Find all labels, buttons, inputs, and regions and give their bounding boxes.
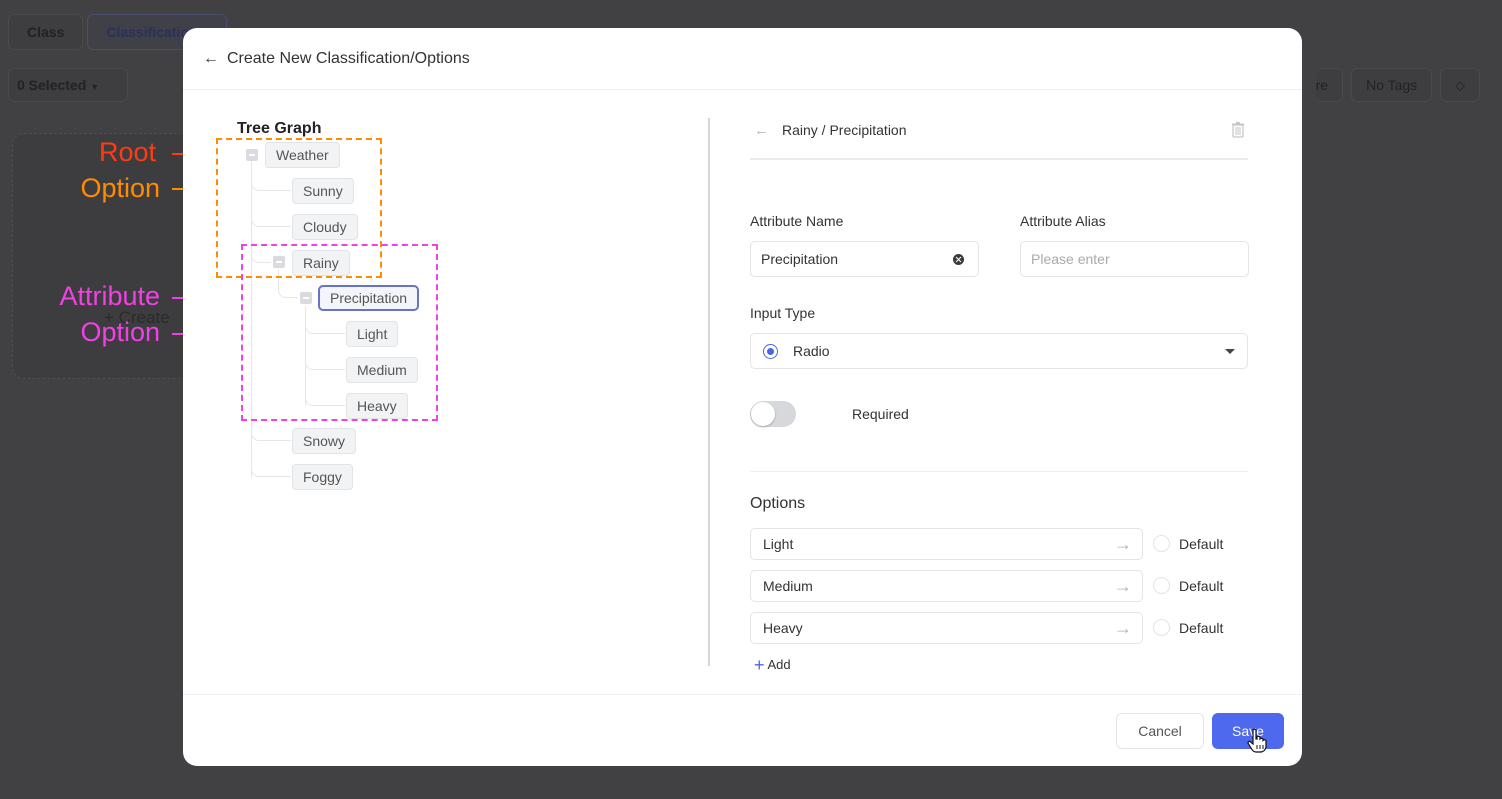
default-label: Default (1179, 578, 1224, 594)
option-value: Light (763, 536, 794, 552)
tree-node-medium[interactable]: Medium (346, 357, 418, 383)
tree-graph: Tree Graph Weather Sunny Cloudy Rainy Pr… (183, 28, 703, 528)
annotation-attribute: Attribute (59, 281, 160, 311)
input-type-label: Input Type (750, 305, 816, 321)
option-value: Medium (763, 578, 813, 594)
breadcrumb: ← Rainy / Precipitation (750, 120, 1248, 160)
tree-connector (251, 428, 291, 441)
tree-connector (251, 464, 291, 477)
annotation-attribute-option: Option (80, 317, 160, 347)
tree-connector (278, 285, 298, 298)
collapse-rainy-icon[interactable] (273, 256, 285, 268)
tree-node-heavy[interactable]: Heavy (346, 393, 408, 419)
default-label: Default (1179, 620, 1224, 636)
option-input-medium[interactable]: Medium → (750, 570, 1143, 602)
tree-connector (305, 321, 345, 334)
arrow-left-icon[interactable]: ← (754, 122, 769, 139)
arrow-right-icon[interactable]: → (1114, 571, 1132, 601)
plus-icon: + (754, 655, 765, 675)
tree-connector (305, 393, 345, 406)
footer-divider (183, 694, 1302, 695)
tree-connector (251, 214, 291, 227)
default-radio-light[interactable] (1153, 535, 1170, 552)
add-label: Add (767, 657, 791, 672)
tree-node-foggy[interactable]: Foggy (292, 464, 353, 490)
default-radio-medium[interactable] (1153, 577, 1170, 594)
annotation-root: Root (98, 137, 156, 167)
options-title: Options (750, 495, 806, 512)
option-input-heavy[interactable]: Heavy → (750, 612, 1143, 644)
tree-node-snowy[interactable]: Snowy (292, 428, 357, 454)
collapse-weather-icon[interactable] (246, 149, 258, 161)
selected-dropdown[interactable]: 0 Selected ▼ (8, 68, 128, 102)
cancel-button[interactable]: Cancel (1116, 713, 1204, 749)
panel-divider (708, 118, 710, 666)
arrow-right-icon[interactable]: → (1114, 613, 1132, 643)
default-radio-heavy[interactable] (1153, 619, 1170, 636)
input-type-select[interactable]: Radio (750, 333, 1248, 369)
input-type-value: Radio (793, 343, 830, 359)
no-tags-chip[interactable]: No Tags (1351, 68, 1433, 102)
attribute-alias-input[interactable]: Please enter (1020, 241, 1249, 277)
required-toggle[interactable] (750, 401, 796, 427)
default-label: Default (1179, 536, 1224, 552)
tree-node-weather[interactable]: Weather (265, 142, 340, 168)
tree-connector (305, 357, 345, 370)
attribute-alias-label: Attribute Alias (1020, 213, 1106, 229)
clear-icon[interactable] (953, 254, 964, 265)
tab-class[interactable]: Class (8, 14, 84, 50)
collapse-precipitation-icon[interactable] (300, 292, 312, 304)
attribute-name-value: Precipitation (761, 251, 839, 267)
selected-dropdown-label: 0 Selected (17, 77, 87, 93)
tree-node-light[interactable]: Light (346, 321, 399, 347)
tree-node-cloudy[interactable]: Cloudy (292, 214, 358, 240)
breadcrumb-title: Rainy / Precipitation (782, 122, 907, 138)
more-chip[interactable]: re (1315, 68, 1344, 102)
tree-node-sunny[interactable]: Sunny (292, 178, 354, 204)
annotation-option: Option (80, 173, 160, 203)
option-value: Heavy (763, 620, 803, 636)
attribute-name-label: Attribute Name (750, 213, 844, 229)
background-toolbar: re No Tags ⬦ (1315, 68, 1480, 102)
trash-icon[interactable] (1232, 122, 1244, 138)
option-input-light[interactable]: Light → (750, 528, 1143, 560)
save-button[interactable]: Save (1212, 713, 1284, 749)
caret-down-icon: ▼ (90, 82, 100, 92)
section-divider (750, 471, 1248, 472)
attribute-name-input[interactable]: Precipitation (750, 241, 979, 277)
radio-type-icon (763, 344, 778, 359)
tree-node-precipitation[interactable]: Precipitation (318, 285, 420, 311)
caret-down-icon (1225, 349, 1235, 354)
arrow-right-icon[interactable]: → (1114, 529, 1132, 559)
tree-graph-title: Tree Graph (237, 120, 322, 137)
create-classification-modal: ← Create New Classification/Options Tree… (183, 28, 1302, 766)
tag-icon[interactable]: ⬦ (1440, 68, 1480, 102)
add-option-button[interactable]: + Add (754, 655, 791, 676)
tree-connector (251, 250, 271, 263)
required-label: Required (852, 406, 909, 422)
tree-connector (251, 178, 291, 191)
tree-node-rainy[interactable]: Rainy (292, 250, 350, 276)
